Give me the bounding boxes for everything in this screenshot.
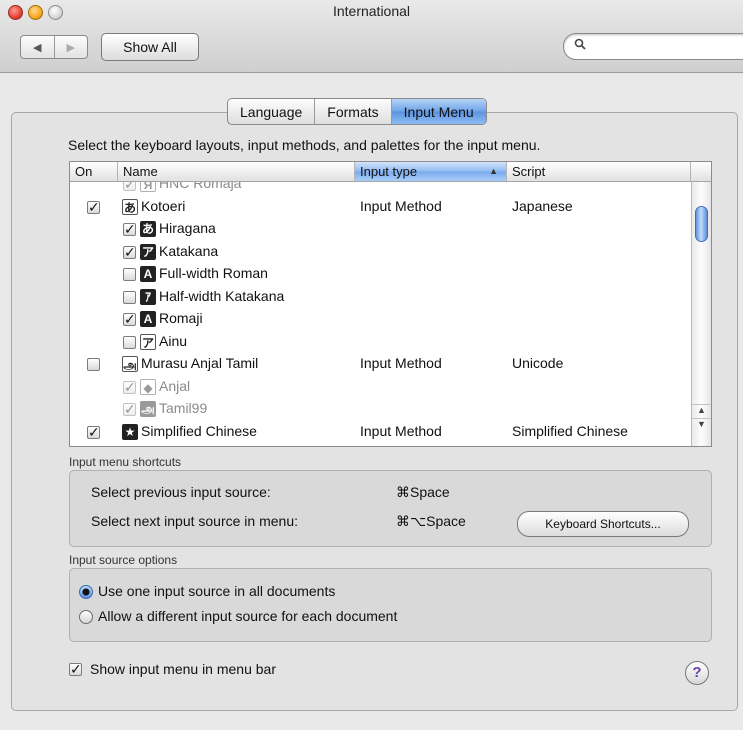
column-input-type-label: Input type [360, 164, 418, 179]
row-name: Katakana [159, 242, 219, 259]
question-mark-icon: ? [692, 664, 702, 681]
window-title: International [332, 3, 411, 19]
back-button[interactable]: ◀ [21, 36, 54, 58]
table-row[interactable]: ✓ ◆ Anjal [70, 377, 691, 399]
table-row[interactable]: ✓ Я HNC Romaja [70, 182, 691, 196]
row-script: Simplified Chinese [512, 422, 628, 439]
forward-button[interactable]: ▶ [53, 36, 88, 58]
input-source-icon: அ [140, 401, 156, 417]
input-source-icon: ア [140, 243, 156, 260]
sort-ascending-icon: ▲ [489, 166, 498, 176]
column-input-type[interactable]: Input type ▲ [355, 162, 507, 181]
scrollbar-thumb[interactable] [695, 206, 708, 242]
row-script: Japanese [512, 197, 573, 214]
row-checkbox: ✓ [123, 378, 136, 395]
table-row[interactable]: ✓ ア Katakana [70, 242, 691, 264]
window-toolbar: International ◀ ▶ Show All [0, 0, 743, 73]
row-name: Half-width Katakana [159, 287, 285, 304]
row-checkbox[interactable] [123, 268, 136, 281]
input-source-icon: அ [122, 356, 138, 372]
table-row[interactable]: ア Ainu [70, 332, 691, 354]
column-script[interactable]: Script [507, 162, 691, 181]
row-name: Anjal [159, 377, 191, 394]
help-button[interactable]: ? [685, 661, 709, 685]
row-input-type: Input Method [360, 197, 442, 214]
tab-input-menu[interactable]: Input Menu [390, 99, 486, 124]
table-row[interactable]: அ Murasu Anjal Tamil Input Method Unicode [70, 354, 691, 376]
shortcuts-section-title: Input menu shortcuts [69, 455, 182, 469]
tab-formats[interactable]: Formats [314, 99, 390, 124]
row-checkbox[interactable]: ✓ [87, 425, 100, 439]
table-header: On Name Input type ▲ Script [70, 162, 711, 182]
table-body: ✓ Я HNC Romaja ✓ あ Kotoeri Input Method Japanes… [70, 182, 691, 446]
magnifier-icon [574, 37, 586, 53]
input-menu-description: Select the keyboard layouts, input metho… [68, 137, 541, 153]
row-name: Tamil99 [159, 400, 208, 416]
table-row[interactable]: ✓ あ Hiragana [70, 219, 691, 241]
show-input-menu-checkbox[interactable]: ✓ [69, 662, 82, 676]
scroll-up-arrow[interactable]: ▲ [692, 404, 711, 419]
radio-per-document[interactable] [79, 610, 93, 624]
row-name: Murasu Anjal Tamil [141, 355, 259, 371]
table-scrollbar[interactable]: ▲ ▼ [691, 182, 711, 446]
row-name: Simplified Chinese [141, 422, 257, 439]
options-group [69, 568, 712, 642]
row-script: Unicode [512, 355, 564, 371]
prev-source-label: Select previous input source: [91, 484, 271, 500]
keyboard-shortcuts-button[interactable]: Keyboard Shortcuts... [517, 511, 689, 537]
row-input-type: Input Method [360, 355, 442, 371]
row-checkbox[interactable] [87, 358, 100, 371]
input-source-icon: ア [140, 333, 156, 350]
show-input-menu-label[interactable]: Show input menu in menu bar [90, 661, 276, 677]
row-checkbox: ✓ [123, 401, 136, 417]
row-checkbox: ✓ [123, 182, 136, 191]
row-name: Romaji [159, 310, 203, 326]
table-row[interactable]: ✓ A Romaji [70, 309, 691, 331]
row-name: Full-width Roman [159, 265, 268, 281]
table-row[interactable]: ✓ あ Kotoeri Input Method Japanese [70, 197, 691, 219]
tab-bar: Language Formats Input Menu [227, 98, 487, 125]
row-name: HNC Romaja [159, 182, 242, 191]
tab-language[interactable]: Language [228, 99, 314, 124]
row-name: Kotoeri [141, 197, 186, 214]
input-source-icon: ★ [122, 423, 138, 440]
input-source-icon: A [140, 311, 156, 327]
options-section-title: Input source options [69, 553, 178, 567]
input-source-icon: A [140, 266, 156, 282]
table-row[interactable]: ✓ அ Tamil99 [70, 399, 691, 421]
row-name: Ainu [159, 332, 188, 349]
row-checkbox[interactable]: ✓ [123, 222, 136, 236]
radio-one-source[interactable] [79, 585, 93, 599]
input-source-icon: あ [140, 221, 156, 237]
input-source-icon: Я [140, 182, 156, 192]
radio-per-document-label[interactable]: Allow a different input source for each … [98, 608, 397, 624]
show-all-button[interactable]: Show All [101, 33, 199, 61]
table-row[interactable]: ｱ Half-width Katakana [70, 287, 691, 309]
next-source-shortcut: ⌘⌥Space [396, 513, 466, 529]
row-checkbox[interactable]: ✓ [123, 245, 136, 259]
input-sources-table: On Name Input type ▲ Script ✓ Я HNC Romaja… [69, 161, 712, 447]
next-source-label: Select next input source in menu: [91, 513, 299, 529]
row-checkbox[interactable] [123, 290, 136, 304]
row-name: Hiragana [159, 220, 216, 236]
row-checkbox[interactable]: ✓ [123, 312, 136, 326]
row-input-type: Input Method [360, 422, 442, 439]
input-source-icon: ◆ [140, 378, 156, 395]
back-forward-control: ◀ ▶ [20, 35, 88, 59]
forward-arrow-icon: ▶ [66, 41, 75, 54]
table-row[interactable]: A Full-width Roman [70, 264, 691, 286]
input-source-icon: ｱ [140, 288, 156, 305]
table-row[interactable]: ✓ ★ Simplified Chinese Input Method Simplifi… [70, 422, 691, 444]
column-on[interactable]: On [70, 162, 118, 181]
input-source-icon: あ [122, 198, 138, 215]
search-field[interactable] [563, 33, 743, 60]
prev-source-shortcut: ⌘Space [396, 484, 450, 500]
column-name[interactable]: Name [118, 162, 355, 181]
row-checkbox[interactable]: ✓ [87, 200, 100, 214]
radio-one-source-label[interactable]: Use one input source in all documents [98, 583, 335, 599]
back-arrow-icon: ◀ [33, 41, 42, 54]
row-checkbox[interactable] [123, 335, 136, 349]
scroll-down-arrow[interactable]: ▼ [692, 418, 711, 433]
